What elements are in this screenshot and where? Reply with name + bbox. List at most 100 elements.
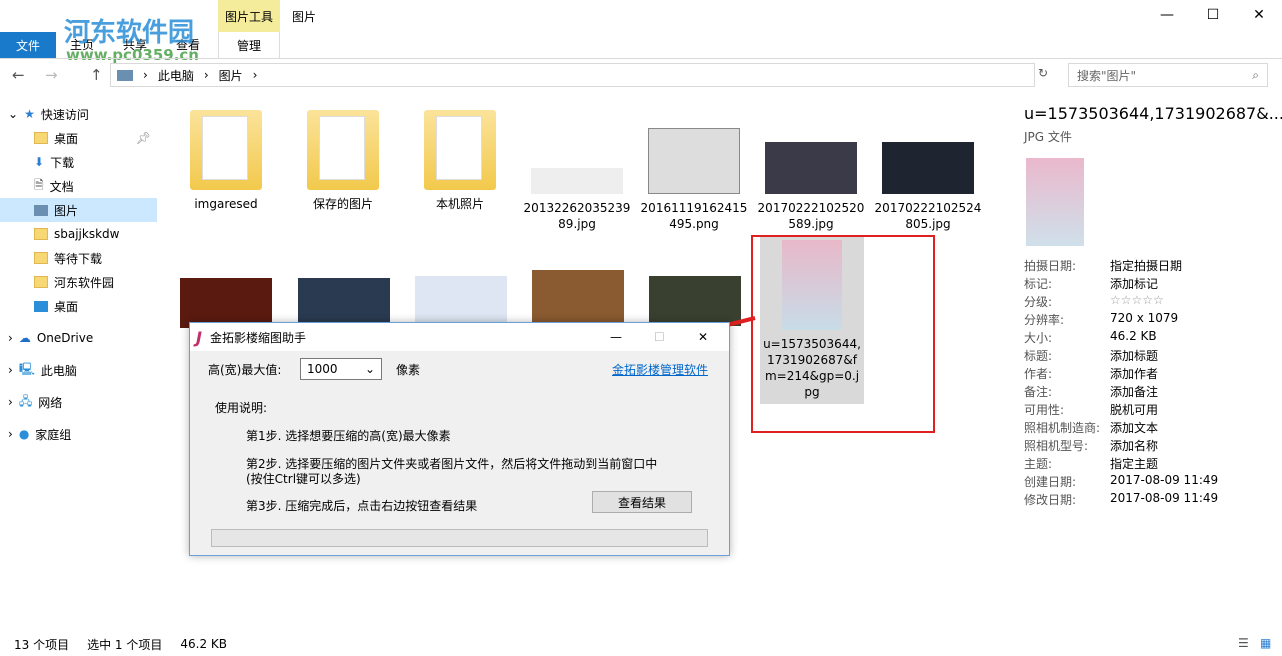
folder-icon — [307, 110, 379, 190]
breadcrumb-separator: › — [252, 68, 258, 82]
details-view-icon[interactable]: ☰ — [1238, 636, 1249, 650]
step-2-note: (按住Ctrl键可以多选) — [246, 472, 361, 486]
context-tab-picture-tools[interactable]: 图片工具 — [218, 0, 280, 32]
pictures-icon — [117, 69, 133, 81]
details-title: u=1573503644,1731902687&... — [1024, 104, 1282, 123]
address-bar[interactable]: › 此电脑 › 图片 › — [110, 63, 1035, 87]
detail-row: 备注: 添加备注 — [1024, 383, 1158, 400]
tab-file[interactable]: 文件 — [0, 32, 56, 58]
detail-row: 可用性: 脱机可用 — [1024, 401, 1158, 418]
detail-value: 添加文本 — [1110, 421, 1159, 435]
nav-folder-waiting[interactable]: 等待下载 — [0, 246, 157, 270]
usage-heading: 使用说明: — [215, 401, 268, 415]
detail-key: 照相机型号: — [1024, 439, 1089, 453]
unit-label: 像素 — [396, 363, 421, 377]
minimize-button[interactable]: — — [1144, 0, 1190, 30]
file-item[interactable]: 20161119162415495.png — [638, 110, 750, 232]
detail-value: 添加作者 — [1110, 367, 1159, 381]
homegroup-icon: ● — [18, 427, 30, 441]
document-icon: 🗎 — [34, 177, 44, 192]
chevron-right-icon: › — [8, 331, 13, 345]
breadcrumb-pictures[interactable]: 图片 — [219, 67, 243, 84]
detail-key: 修改日期: — [1024, 493, 1077, 507]
navigation-pane: ⌄ ★ 快速访问 桌面 📌︎ ⬇ 下载 🗎 文档 图片 sbajjkskdw 等待下载 河… — [0, 96, 160, 632]
chevron-right-icon: › — [8, 395, 13, 409]
folder-icon — [34, 228, 48, 240]
file-item[interactable]: 20170222102524805.jpg — [872, 110, 984, 232]
desktop-icon — [34, 300, 48, 312]
detail-value: 720 x 1079 — [1110, 311, 1179, 325]
thumbnail-helper-dialog: J 金拓影楼缩图助手 — ☐ ✕ 高(宽)最大值: 1000 ⌄ 像素 金拓影楼管… — [189, 322, 730, 556]
large-icons-view-icon[interactable]: ▦ — [1260, 636, 1271, 650]
image-thumbnail — [531, 168, 623, 194]
chevron-right-icon: › — [8, 363, 13, 377]
detail-value: 添加备注 — [1110, 385, 1159, 399]
minimize-button[interactable]: — — [610, 330, 622, 344]
detail-key: 标题: — [1024, 349, 1053, 363]
chevron-down-icon: ⌄ — [364, 362, 375, 376]
search-icon: ⌕ — [1252, 67, 1259, 82]
nav-documents[interactable]: 🗎 文档 — [0, 174, 157, 198]
detail-row: 分辨率: 720 x 1079 — [1024, 311, 1178, 328]
step-1: 第1步. 选择想要压缩的高(宽)最大像素 — [246, 429, 451, 443]
nav-desktop[interactable]: 桌面 📌︎ — [0, 126, 157, 150]
view-result-button[interactable]: 查看结果 — [592, 491, 692, 513]
back-icon[interactable]: ← — [12, 66, 25, 84]
detail-value[interactable]: ☆☆☆☆☆ — [1110, 293, 1164, 310]
refresh-icon[interactable]: ↻ — [1038, 66, 1048, 80]
file-item[interactable]: imgaresed — [170, 110, 282, 212]
maximize-button[interactable]: ☐ — [654, 330, 665, 344]
detail-value: 添加标记 — [1110, 277, 1159, 291]
nav-downloads[interactable]: ⬇ 下载 — [0, 150, 157, 174]
chevron-right-icon: › — [8, 427, 13, 441]
status-bar: 13 个项目 选中 1 个项目 46.2 KB — [0, 632, 1282, 656]
nav-this-pc[interactable]: › 🖳 此电脑 — [0, 358, 157, 382]
selection-count: 选中 1 个项目 — [87, 637, 163, 652]
detail-key: 分辨率: — [1024, 313, 1065, 327]
breadcrumb-this-pc[interactable]: 此电脑 — [158, 67, 194, 84]
file-item[interactable]: 保存的图片 — [287, 110, 399, 212]
nav-desktop-2[interactable]: 桌面 — [0, 294, 157, 318]
file-item[interactable]: 20170222102520589.jpg — [755, 110, 867, 232]
detail-row: 分级: ☆☆☆☆☆ — [1024, 293, 1164, 310]
max-size-select[interactable]: 1000 ⌄ — [300, 358, 382, 380]
close-button[interactable]: ✕ — [1236, 0, 1282, 30]
selection-size: 46.2 KB — [180, 637, 227, 651]
file-item[interactable]: 2013226203523989.jpg — [521, 110, 633, 232]
details-pane: u=1573503644,1731902687&... JPG 文件 — [1000, 96, 1282, 632]
maximize-button[interactable]: ☐ — [1190, 0, 1236, 30]
detail-value: 脱机可用 — [1110, 403, 1159, 417]
item-count: 13 个项目 — [14, 637, 70, 652]
detail-key: 可用性: — [1024, 403, 1065, 417]
search-input[interactable]: 搜索"图片" ⌕ — [1068, 63, 1268, 87]
detail-value: 添加标题 — [1110, 349, 1159, 363]
management-software-link[interactable]: 金拓影楼管理软件 — [612, 361, 708, 378]
pin-icon: 📌︎ — [135, 131, 151, 145]
nav-folder-hedong[interactable]: 河东软件园 — [0, 270, 157, 294]
nav-onedrive[interactable]: › ☁ OneDrive — [0, 326, 157, 350]
detail-value: 添加名称 — [1110, 439, 1159, 453]
detail-value: 2017-08-09 11:49 — [1110, 473, 1219, 487]
detail-row: 标记: 添加标记 — [1024, 275, 1158, 292]
up-icon[interactable]: ↑ — [90, 66, 103, 84]
forward-icon[interactable]: → — [45, 66, 58, 84]
image-thumbnail — [765, 142, 857, 194]
nav-folder-sbajjkskdw[interactable]: sbajjkskdw — [0, 222, 157, 246]
tab-manage[interactable]: 管理 — [218, 32, 280, 58]
close-button[interactable]: ✕ — [698, 330, 708, 344]
chevron-down-icon: ⌄ — [8, 107, 19, 121]
nav-homegroup[interactable]: › ● 家庭组 — [0, 422, 157, 446]
folder-icon — [424, 110, 496, 190]
folder-icon — [34, 252, 48, 264]
nav-quick-access[interactable]: ⌄ ★ 快速访问 — [0, 102, 157, 126]
file-item[interactable]: 本机照片 — [404, 110, 516, 212]
nav-network[interactable]: › 🖧 网络 — [0, 390, 157, 414]
divider — [0, 58, 1282, 59]
folder-icon — [34, 276, 48, 288]
app-logo-icon: J — [196, 327, 202, 347]
nav-pictures[interactable]: 图片 — [0, 198, 157, 222]
annotation-highlight-box — [751, 235, 935, 433]
detail-key: 备注: — [1024, 385, 1053, 399]
details-type: JPG 文件 — [1024, 130, 1072, 144]
dialog-title: 金拓影楼缩图助手 — [209, 330, 306, 345]
